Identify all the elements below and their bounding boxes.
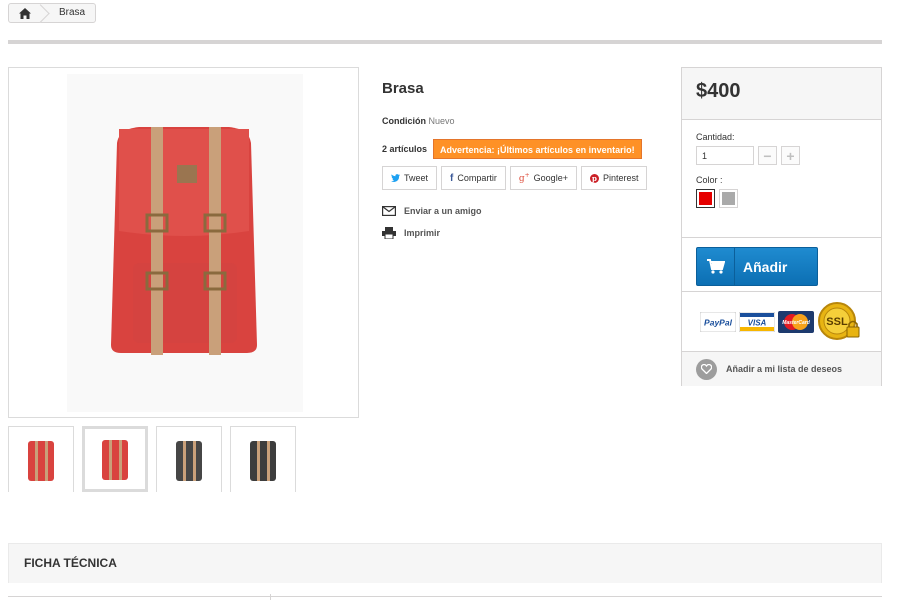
thumbnail-strip bbox=[8, 426, 296, 492]
thumbnail-2[interactable] bbox=[82, 426, 148, 492]
wishlist-button[interactable]: Añadir a mi lista de deseos bbox=[682, 352, 881, 386]
tweet-label: Tweet bbox=[404, 173, 429, 183]
visa-logo-icon: VISA bbox=[739, 311, 775, 332]
svg-text:VISA: VISA bbox=[748, 318, 767, 327]
product-price: $400 bbox=[696, 80, 741, 102]
svg-text:p: p bbox=[592, 174, 597, 183]
svg-text:PayPal: PayPal bbox=[704, 317, 733, 327]
ssl-lock-icon: SSL bbox=[818, 301, 860, 340]
share-label: Compartir bbox=[457, 173, 497, 183]
backpack-image bbox=[110, 126, 257, 355]
quantity-label: Cantidad: bbox=[696, 132, 735, 142]
backpack-dark-thumb bbox=[250, 440, 276, 481]
quantity-stepper: − + bbox=[696, 146, 867, 165]
social-share-bar: Tweet f Compartir g+ Google+ p Pinterest bbox=[382, 166, 648, 190]
googleplus-label: Google+ bbox=[533, 173, 568, 183]
send-to-friend-link[interactable]: Enviar a un amigo bbox=[382, 200, 482, 222]
minus-icon: − bbox=[763, 147, 772, 164]
svg-text:MasterCard: MasterCard bbox=[782, 320, 810, 326]
price-area: $400 bbox=[682, 68, 881, 120]
quantity-decrease-button[interactable]: − bbox=[758, 146, 777, 165]
add-to-cart-label: Añadir bbox=[743, 258, 788, 275]
add-to-cart-button[interactable]: Añadir bbox=[696, 247, 818, 286]
twitter-icon bbox=[391, 174, 400, 182]
breadcrumb: Brasa bbox=[8, 3, 97, 23]
color-label: Color : bbox=[696, 175, 723, 185]
product-options: Cantidad: − + Color : bbox=[682, 120, 881, 238]
buy-box: $400 Cantidad: − + Color : Añadir PayPal… bbox=[681, 67, 882, 386]
thumbnail-4[interactable] bbox=[230, 426, 296, 492]
paypal-logo-icon: PayPal bbox=[700, 311, 736, 332]
color-swatches bbox=[696, 189, 867, 208]
thumbnail-1[interactable] bbox=[8, 426, 74, 492]
breadcrumb-home[interactable] bbox=[9, 4, 41, 22]
tweet-button[interactable]: Tweet bbox=[382, 166, 438, 190]
print-label: Imprimir bbox=[404, 228, 441, 238]
facebook-icon: f bbox=[450, 172, 454, 184]
payment-logos: PayPal VISA MasterCard SSL bbox=[682, 292, 881, 352]
product-condition: Condición Nuevo bbox=[382, 116, 455, 126]
print-link[interactable]: Imprimir bbox=[382, 222, 482, 244]
googleplus-button[interactable]: g+ Google+ bbox=[509, 166, 577, 190]
cart-area: Añadir bbox=[682, 238, 881, 292]
thumbnail-3[interactable] bbox=[156, 426, 222, 492]
backpack-red-thumb bbox=[102, 440, 128, 480]
color-swatch-red[interactable] bbox=[696, 189, 715, 208]
facebook-share-button[interactable]: f Compartir bbox=[441, 166, 506, 190]
googleplus-icon: g+ bbox=[518, 172, 530, 184]
color-swatch-grey[interactable] bbox=[719, 189, 738, 208]
wishlist-label: Añadir a mi lista de deseos bbox=[726, 364, 843, 374]
quantity-increase-button[interactable]: + bbox=[781, 146, 800, 165]
divider bbox=[8, 40, 882, 44]
pinterest-icon: p bbox=[589, 173, 599, 183]
svg-text:SSL: SSL bbox=[826, 316, 848, 328]
mastercard-logo-icon: MasterCard bbox=[778, 310, 814, 333]
datasheet-heading: Ficha técnica bbox=[8, 543, 882, 583]
datasheet-cell-divider bbox=[270, 594, 271, 600]
plus-icon: + bbox=[786, 147, 795, 164]
pinterest-label: Pinterest bbox=[602, 173, 639, 183]
home-icon bbox=[19, 7, 31, 19]
heart-icon bbox=[696, 358, 717, 380]
pinterest-button[interactable]: p Pinterest bbox=[580, 166, 648, 190]
envelope-icon bbox=[382, 206, 396, 216]
product-title: Brasa bbox=[382, 80, 424, 97]
condition-label: Condición bbox=[382, 116, 426, 126]
cart-icon bbox=[697, 248, 735, 285]
print-icon bbox=[382, 227, 396, 239]
quantity-input[interactable] bbox=[696, 146, 754, 165]
stock-count: 2 artículos bbox=[382, 144, 428, 154]
product-actions: Enviar a un amigo Imprimir bbox=[382, 200, 482, 244]
send-to-friend-label: Enviar a un amigo bbox=[404, 206, 482, 216]
product-main-image[interactable] bbox=[8, 67, 359, 418]
backpack-red-thumb bbox=[28, 440, 54, 481]
backpack-dark-thumb bbox=[176, 440, 202, 481]
stock-warning-badge: Advertencia: ¡Últimos artículos en inven… bbox=[433, 139, 642, 159]
condition-value: Nuevo bbox=[428, 116, 455, 126]
stock-info: 2 artículos Advertencia: ¡Últimos artícu… bbox=[382, 139, 642, 159]
datasheet-divider bbox=[8, 596, 882, 597]
